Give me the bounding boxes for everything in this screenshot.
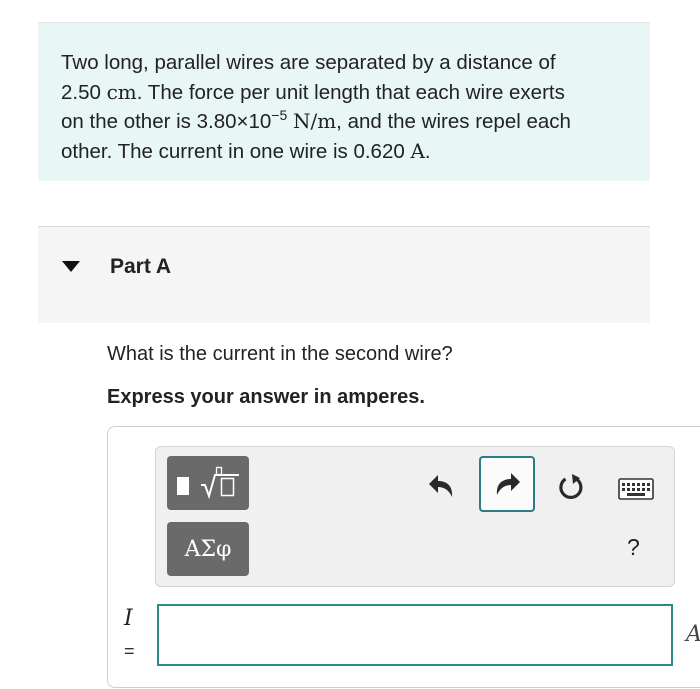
- problem-text-segment: on the other is 3.80×10: [61, 110, 272, 133]
- redo-button[interactable]: [479, 456, 535, 512]
- answer-variable-label: I: [124, 606, 133, 631]
- unit-label: A: [686, 622, 700, 647]
- problem-text-segment: 2.50: [61, 80, 101, 104]
- problem-text-segment: , and the wires repel each: [336, 110, 571, 133]
- problem-statement: Two long, parallel wires are separated b…: [38, 23, 650, 181]
- reset-button[interactable]: [555, 471, 587, 503]
- collapse-caret-icon[interactable]: [62, 261, 80, 272]
- part-a-header[interactable]: Part A: [38, 226, 650, 323]
- redo-icon: [496, 473, 520, 495]
- problem-unit: cm: [106, 79, 137, 104]
- problem-text-segment: . The force per unit length that each wi…: [136, 80, 565, 104]
- problem-text-segment: Two long, parallel wires are separated b…: [61, 51, 556, 74]
- problem-unit: A: [410, 138, 425, 163]
- answer-input[interactable]: [157, 604, 673, 666]
- instruction-text: Express your answer in amperes.: [107, 386, 425, 408]
- equals-sign: =: [124, 641, 135, 661]
- help-button[interactable]: ?: [627, 534, 640, 561]
- problem-exponent: −5: [271, 107, 288, 124]
- undo-button[interactable]: [426, 471, 458, 501]
- problem-unit: N/m: [292, 109, 337, 133]
- keyboard-button[interactable]: [618, 478, 654, 500]
- reset-icon: [559, 474, 583, 500]
- undo-icon: [429, 475, 453, 497]
- symbols-button[interactable]: ΑΣφ: [167, 522, 249, 576]
- keyboard-icon: [618, 478, 654, 500]
- templates-button[interactable]: [167, 456, 249, 510]
- part-title: Part A: [110, 255, 172, 278]
- templates-icon: [177, 466, 239, 500]
- question-text: What is the current in the second wire?: [107, 343, 453, 365]
- problem-text-segment: .: [424, 139, 431, 163]
- problem-text-segment: other. The current in one wire is 0.620: [61, 139, 405, 163]
- problem-text: Two long, parallel wires are separated b…: [61, 49, 626, 166]
